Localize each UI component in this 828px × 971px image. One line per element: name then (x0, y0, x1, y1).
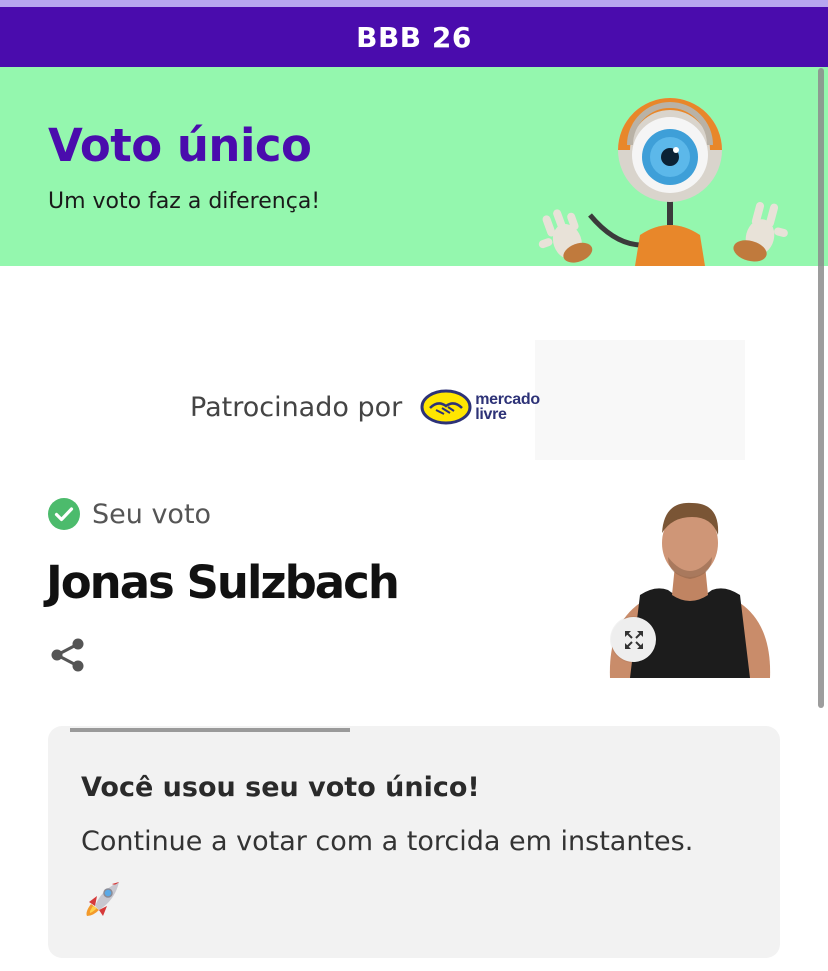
notice-text: Continue a votar com a torcida em instan… (81, 826, 694, 857)
hero-subtitle: Um voto faz a diferença! (48, 189, 321, 214)
hero-title: Voto único (48, 119, 312, 172)
expand-icon (624, 630, 643, 649)
notice-progress-bar (70, 728, 350, 732)
mercado-livre-logo[interactable]: mercado livre (420, 388, 540, 426)
brand-line-2: livre (475, 406, 507, 423)
handshake-icon (420, 389, 472, 425)
app-title: BBB 26 (356, 20, 472, 54)
app-header: BBB 26 (0, 7, 828, 67)
scrollbar[interactable] (818, 68, 824, 708)
top-accent-line (0, 0, 828, 7)
hero-banner: Voto único Um voto faz a diferença! (0, 67, 828, 266)
candidate-name: Jonas Sulzbach (46, 556, 400, 609)
vote-status: Seu voto (48, 498, 211, 530)
faded-watermark (535, 340, 745, 460)
sponsor-label: Patrocinado por (190, 391, 403, 423)
notice-title: Você usou seu voto único! (81, 772, 480, 803)
share-icon[interactable] (48, 635, 88, 675)
bbb-eye-mascot-icon (538, 98, 788, 266)
brand-line-1: mercado (475, 391, 540, 408)
rocket-icon (86, 882, 119, 916)
sponsor-row: Patrocinado por mercado livre (190, 380, 540, 434)
check-circle-icon (48, 498, 80, 530)
expand-photo-button[interactable] (611, 617, 656, 662)
vote-status-label: Seu voto (92, 498, 212, 530)
notice-card: Você usou seu voto único! Continue a vot… (48, 726, 780, 958)
